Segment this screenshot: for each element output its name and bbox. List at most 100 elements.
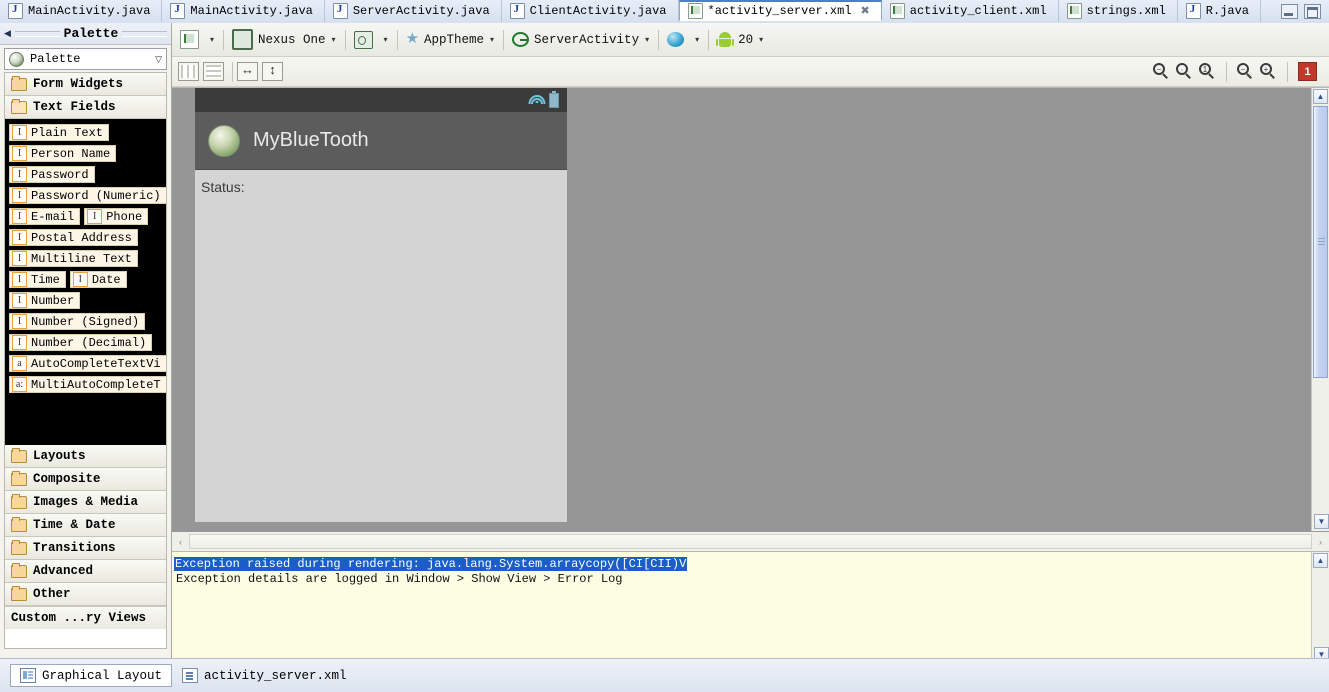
layout-file-button[interactable] — [176, 28, 208, 52]
editor-tab-activity-server-xml[interactable]: *activity_server.xml ✖ — [678, 0, 882, 21]
scroll-right-arrow-icon[interactable]: › — [1313, 534, 1328, 549]
render-error-panel[interactable]: Exception raised during rendering: java.… — [172, 551, 1329, 668]
palette-group-text-fields[interactable]: Text Fields — [5, 96, 166, 119]
tab-graphical-layout[interactable]: Graphical Layout — [10, 664, 173, 687]
palette-item-postal-address[interactable]: I Postal Address — [9, 229, 138, 246]
tab-activity-server-xml[interactable]: activity_server.xml — [172, 664, 357, 687]
theme-selector-button[interactable]: ★ AppTheme — [402, 28, 488, 52]
canvas-horizontal-scrollbar[interactable]: ‹ › — [172, 531, 1329, 551]
palette-group-other[interactable]: Other — [5, 583, 166, 606]
error-panel-scrollbar[interactable]: ▲ ▼ — [1311, 552, 1329, 664]
palette-item-multiautocompletetextview[interactable]: a: MultiAutoCompleteT — [9, 376, 166, 393]
palette-group-composite[interactable]: Composite — [5, 468, 166, 491]
editor-tab-clientactivity[interactable]: ClientActivity.java — [502, 0, 679, 22]
editor-tab-mainactivity-1[interactable]: MainActivity.java — [0, 0, 163, 22]
maximize-icon[interactable] — [1304, 4, 1321, 19]
canvas-vertical-scrollbar[interactable]: ▲ ▼ — [1311, 88, 1329, 531]
palette-category-list[interactable]: Form Widgets Text Fields I Plain Text I … — [4, 72, 167, 649]
palette-group-images-media[interactable]: Images & Media — [5, 491, 166, 514]
group-label: Composite — [33, 472, 101, 486]
chevron-down-icon[interactable]: ▽ — [155, 54, 162, 65]
design-canvas[interactable]: MyBlueTooth Status: ▲ ▼ — [172, 87, 1329, 531]
zoom-plus-button[interactable]: + — [1260, 63, 1277, 80]
palette-item-number-decimal[interactable]: I Number (Decimal) — [9, 334, 153, 351]
show-columns-button[interactable] — [178, 62, 199, 81]
chevron-down-icon[interactable]: ▾ — [757, 35, 768, 44]
palette-group-time-date[interactable]: Time & Date — [5, 514, 166, 537]
palette-item-password[interactable]: I Password — [9, 166, 95, 183]
device-preview[interactable]: MyBlueTooth Status: — [195, 88, 567, 522]
palette-item-time[interactable]: I Time — [9, 271, 66, 288]
chevron-down-icon[interactable]: ▾ — [643, 35, 654, 44]
palette-item-person-name[interactable]: I Person Name — [9, 145, 117, 162]
app-action-bar: MyBlueTooth — [195, 112, 567, 170]
api-level-selector-button[interactable]: 20 — [713, 28, 757, 52]
zoom-fit-button[interactable]: ∙ — [1176, 63, 1193, 80]
text-cursor-icon: I — [12, 146, 27, 161]
editor-tab-mainactivity-2[interactable]: MainActivity.java — [162, 0, 325, 22]
palette-item-email[interactable]: I E-mail — [9, 208, 81, 225]
scroll-down-arrow-icon[interactable]: ▼ — [1314, 514, 1329, 529]
editor-tab-r-java[interactable]: R.java — [1178, 0, 1262, 22]
layout-editor: ▾ Nexus One ▾ ▾ ★ AppTheme ▾ ServerActiv… — [172, 23, 1329, 668]
device-config-button[interactable] — [350, 28, 382, 52]
palette-group-advanced[interactable]: Advanced — [5, 560, 166, 583]
graphical-layout-icon — [20, 668, 36, 683]
palette-item-number[interactable]: I Number — [9, 292, 81, 309]
error-message-line-1[interactable]: Exception raised during rendering: java.… — [174, 557, 688, 571]
palette-item-password-numeric[interactable]: I Password (Numeric) — [9, 187, 166, 204]
activity-selector-button[interactable]: ServerActivity — [508, 28, 643, 52]
zoom-100-button[interactable]: 1 — [1199, 63, 1216, 80]
xml-doc-icon — [182, 668, 199, 683]
divider — [503, 29, 505, 50]
chevron-down-icon[interactable]: ▾ — [208, 35, 219, 44]
scroll-up-arrow-icon[interactable]: ▲ — [1313, 553, 1328, 568]
fill-horizontal-button[interactable] — [237, 62, 258, 81]
zoom-minus-button[interactable]: − — [1237, 63, 1254, 80]
palette-item-phone[interactable]: I Phone — [84, 208, 149, 225]
palette-item-multiline-text[interactable]: I Multiline Text — [9, 250, 138, 267]
editor-tab-serveractivity[interactable]: ServerActivity.java — [325, 0, 502, 22]
scroll-up-arrow-icon[interactable]: ▲ — [1313, 89, 1328, 104]
status-badge[interactable]: 1 — [1298, 62, 1317, 81]
zoom-out-button[interactable]: − — [1153, 63, 1170, 80]
tab-label: ServerActivity.java — [352, 4, 490, 18]
chevron-down-icon[interactable]: ▾ — [488, 35, 499, 44]
horizontal-scroll-track[interactable] — [189, 534, 1312, 549]
palette-item-date[interactable]: I Date — [69, 271, 127, 288]
palette-item-number-signed[interactable]: I Number (Signed) — [9, 313, 146, 330]
android-robot-icon — [716, 32, 735, 47]
chevron-down-icon[interactable]: ▾ — [382, 35, 393, 44]
locale-globe-icon — [667, 32, 685, 47]
divider — [708, 29, 710, 50]
editor-mode-tabs: Graphical Layout activity_server.xml — [0, 658, 1329, 692]
close-icon[interactable]: ✖ — [861, 4, 870, 18]
text-cursor-icon: I — [12, 209, 27, 224]
palette-item-plain-text[interactable]: I Plain Text — [9, 124, 110, 141]
minimize-icon[interactable] — [1281, 4, 1298, 19]
palette-selector[interactable]: Palette ▽ — [4, 48, 167, 70]
app-content-area[interactable]: Status: — [195, 170, 567, 522]
palette-group-transitions[interactable]: Transitions — [5, 537, 166, 560]
show-rows-button[interactable] — [203, 62, 224, 81]
editor-tab-strings-xml[interactable]: strings.xml — [1059, 0, 1178, 22]
text-cursor-icon: I — [12, 251, 27, 266]
editor-tab-activity-client-xml[interactable]: activity_client.xml — [882, 0, 1059, 22]
group-label: Advanced — [33, 564, 94, 578]
fill-vertical-button[interactable] — [262, 62, 283, 81]
api-level-label: 20 — [738, 32, 754, 47]
palette-group-custom-library-views[interactable]: Custom ...ry Views — [5, 606, 166, 629]
android-status-bar — [195, 88, 567, 112]
vertical-scroll-thumb[interactable] — [1313, 106, 1328, 378]
palette-group-layouts[interactable]: Layouts — [5, 445, 166, 468]
item-label: AutoCompleteTextVi — [31, 356, 161, 371]
palette-group-form-widgets[interactable]: Form Widgets — [5, 73, 166, 96]
chevron-down-icon[interactable]: ▾ — [330, 35, 341, 44]
chevron-down-icon[interactable]: ▾ — [693, 35, 704, 44]
locale-selector-button[interactable] — [663, 28, 693, 52]
palette-item-autocompletetextview[interactable]: a AutoCompleteTextVi — [9, 355, 166, 372]
collapse-arrow-icon[interactable]: ◀ — [4, 28, 11, 39]
scroll-left-arrow-icon[interactable]: ‹ — [173, 534, 188, 549]
text-cursor-icon: I — [12, 335, 27, 350]
device-selector-button[interactable]: Nexus One — [228, 28, 330, 52]
